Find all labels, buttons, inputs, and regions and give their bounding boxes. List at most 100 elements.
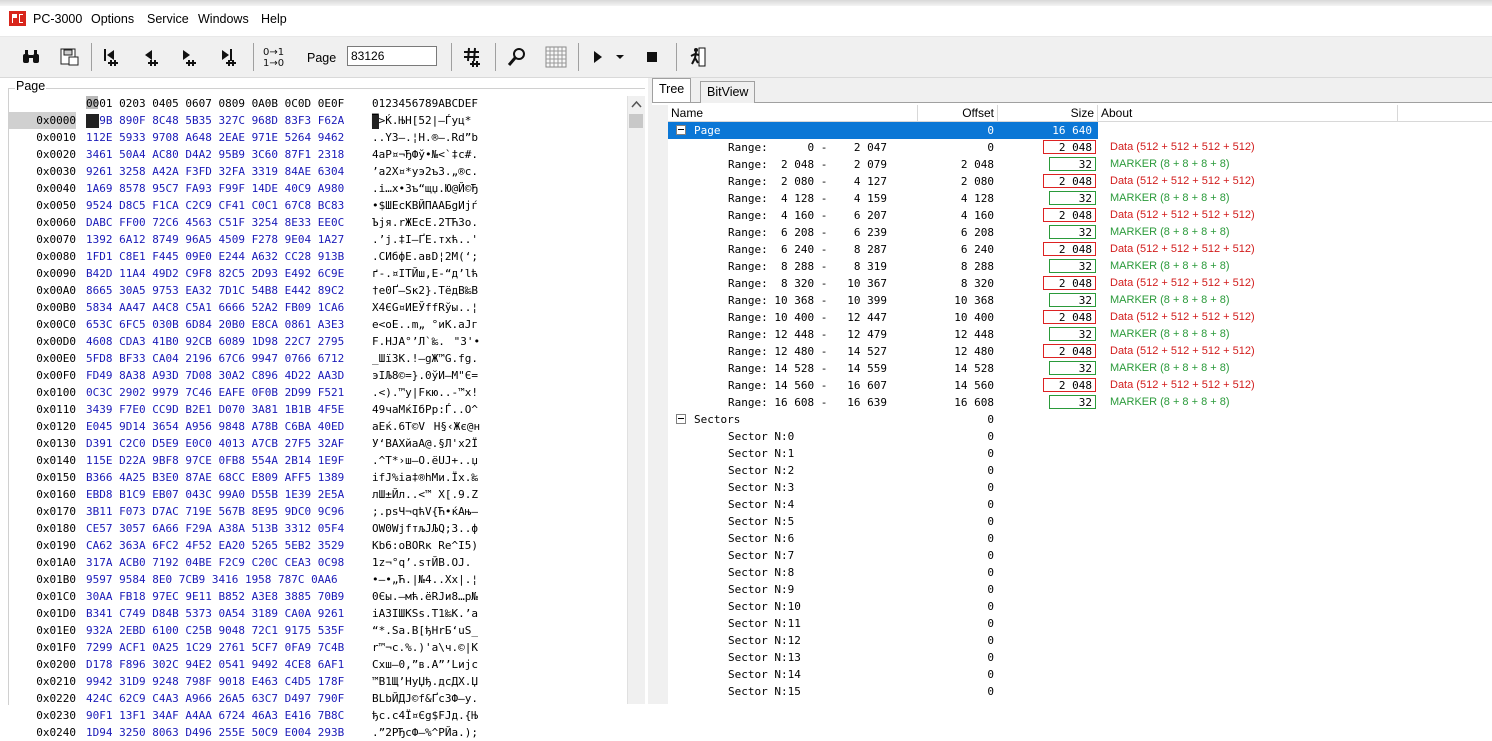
prev-page-icon[interactable]	[137, 43, 165, 71]
hex-row[interactable]: 0x0180 CE57 3057 6A66 F29A A38A 513B 3312…	[8, 520, 628, 537]
tree-row[interactable]: Range: 8 320 - 10 367 8 320 2 048 Data (512…	[652, 275, 1492, 292]
hex-row-bytes[interactable]: 3439 F7E0 CC9D B2E1 D070 3A81 1B1B 4F5E	[86, 401, 344, 418]
tree-row[interactable]: Range: 14 528 - 14 559 14 528 32 MARKER (8 …	[652, 360, 1492, 377]
hex-row-ascii[interactable]: Кb6:oВORк Re^І5)	[372, 537, 478, 554]
hex-row[interactable]: 0x00B0 5834 AA47 A4C8 C5A1 6666 52A2 FB09…	[8, 299, 628, 316]
tree-row[interactable]: Sector N:7 0	[652, 547, 1492, 564]
column-header-about[interactable]: About	[1098, 105, 1398, 121]
tree-row[interactable]: Range: 6 208 - 6 239 6 208 32 MARKER (8 + 8…	[652, 224, 1492, 241]
tree-row[interactable]: Sector N:0 0	[652, 428, 1492, 445]
hex-row[interactable]: 0x0040 1A69 8578 95C7 FA93 F99F 14DE 40C9…	[8, 180, 628, 197]
hex-row[interactable]: 0x0210 9942 31D9 9248 798F 9018 E463 C4D5…	[8, 673, 628, 690]
hash-icon[interactable]	[459, 43, 487, 71]
hex-row[interactable]: 0x01D0 B341 C749 D84B 5373 0A54 3189 CA0A…	[8, 605, 628, 622]
hex-row[interactable]: 0x0120 E045 9D14 3654 A956 9848 A78B C6BA…	[8, 418, 628, 435]
hex-row[interactable]: 0x0220 424C 62C9 C4A3 A966 26A5 63C7 D497…	[8, 690, 628, 707]
hex-row[interactable]: 0x01C0 30AA FB18 97EC 9E11 B852 A3E8 3885…	[8, 588, 628, 605]
hex-row[interactable]: 0x01F0 7299 ACF1 0A25 1C29 2761 5CF7 0FA9…	[8, 639, 628, 656]
hex-row-ascii[interactable]: 4aP¤¬ЂФў•№<`‡с#.	[372, 146, 478, 163]
column-header-size[interactable]: Size	[998, 105, 1098, 121]
hex-row-ascii[interactable]: ’a2X¤*уэ2ъ3.„®c.	[372, 163, 478, 180]
hex-row-bytes[interactable]: 424C 62C9 C4A3 A966 26A5 63C7 D497 790F	[86, 690, 344, 707]
tree-row[interactable]: Range: 4 128 - 4 159 4 128 32 MARKER (8 + 8…	[652, 190, 1492, 207]
hex-row-bytes[interactable]: 90F1 13F1 34AF A4AA 6724 46A3 E416 7B8C	[86, 707, 344, 724]
tree-row[interactable]: Range: 2 048 - 2 079 2 048 32 MARKER (8 + 8…	[652, 156, 1492, 173]
tree-row[interactable]: Sector N:3 0	[652, 479, 1492, 496]
hex-row[interactable]: 0x0020 3461 50A4 AC80 D4A2 95B9 3C60 87F1…	[8, 146, 628, 163]
tree-row[interactable]: Sector N:15 0	[652, 683, 1492, 700]
tree-row[interactable]: Sector N:14 0	[652, 666, 1492, 683]
grid-icon[interactable]	[542, 43, 570, 71]
hex-row[interactable]: 0x0140 115E D22A 9BF8 97CE 0FB8 554A 2B14…	[8, 452, 628, 469]
hex-row-ascii[interactable]: BLbЙДЈ©f&ҐcЗФ—y.	[372, 690, 478, 707]
hex-row-ascii[interactable]: .^Т*›ш—О.ёUJ+..џ	[372, 452, 478, 469]
hex-row-bytes[interactable]: CA62 363A 6FC2 4F52 EA20 5265 5EB2 3529	[86, 537, 344, 554]
hex-row-ascii[interactable]: ОW0WjfтљЈЉQ;3..ф	[372, 520, 478, 537]
hex-row-ascii[interactable]: █>Ќ.ЊН[52|–Ѓуц*	[372, 112, 471, 129]
hex-row[interactable]: 0x0240 1D94 3250 8063 D496 255E 50C9 E004…	[8, 724, 628, 741]
hex-row-ascii[interactable]: ґ-.¤IТЙш‚Е-“д’lћ	[372, 265, 478, 282]
hex-row-bytes[interactable]: 115E D22A 9BF8 97CE 0FB8 554A 2B14 1E9F	[86, 452, 344, 469]
hex-row-bytes[interactable]: 1D94 3250 8063 D496 255E 50C9 E004 293B	[86, 724, 344, 741]
tree-row[interactable]: Sector N:5 0	[652, 513, 1492, 530]
hex-row[interactable]: 0x00D0 4608 CDA3 41B0 92CB 6089 1D98 22C7…	[8, 333, 628, 350]
play-icon[interactable]	[584, 43, 612, 71]
tree-row[interactable]: Sector N:12 0	[652, 632, 1492, 649]
hex-row-bytes[interactable]: 4608 CDA3 41B0 92CB 6089 1D98 22C7 2795	[86, 333, 344, 350]
hex-row-ascii[interactable]: ђс.с4Ї¤Єg$FЈд.{Њ	[372, 707, 478, 724]
hex-row-ascii[interactable]: _Шї3К.!–gЖ™G.fg.	[372, 350, 478, 367]
tree-row[interactable]: Range: 12 480 - 14 527 12 480 2 048 Data (5…	[652, 343, 1492, 360]
hex-row-bytes[interactable]: 112E 5933 9708 A648 2EAE 971E 5264 9462	[86, 129, 344, 146]
tab-bitview[interactable]: BitView	[700, 81, 756, 103]
menu-service[interactable]: Service	[147, 12, 189, 26]
tree-row[interactable]: Range: 12 448 - 12 479 12 448 32 MARKER (8 …	[652, 326, 1492, 343]
tree-row[interactable]: Range: 6 240 - 8 287 6 240 2 048 Data (512 …	[652, 241, 1492, 258]
hex-row-bytes[interactable]: B42D 11A4 49D2 C9F8 82C5 2D93 E492 6C9E	[86, 265, 344, 282]
hex-row[interactable]: 0x0060 DABC FF00 72C6 4563 C51F 3254 8E33…	[8, 214, 628, 231]
hex-row[interactable]: 0x0110 3439 F7E0 CC9D B2E1 D070 3A81 1B1B…	[8, 401, 628, 418]
hex-row-bytes[interactable]: B366 4A25 B3E0 87AE 68CC E809 AFF5 1389	[86, 469, 344, 486]
hex-row-bytes[interactable]: D391 C2C0 D5E9 E0C0 4013 A7CB 27F5 32AF	[86, 435, 344, 452]
hex-row-ascii[interactable]: аEќ.6T©VH§‹Жє@н	[372, 418, 480, 435]
hex-row-bytes[interactable]: 9942 31D9 9248 798F 9018 E463 C4D5 178F	[86, 673, 344, 690]
hex-row-ascii[interactable]: іfJ%іа‡®hМи.Їх.‰	[372, 469, 478, 486]
tree-row[interactable]: Range: 0 - 2 047 0 2 048 Data (512 + 512 + …	[652, 139, 1492, 156]
hex-row-ascii[interactable]: •—•„Ћ.|№4..Xx|.¦	[372, 571, 478, 588]
hex-row[interactable]: 0x0170 3B11 F073 D7AC 719E 567B 8E95 9DC0…	[8, 503, 628, 520]
dropdown-arrow-icon[interactable]	[612, 43, 628, 71]
hex-row-bytes[interactable]: 3461 50A4 AC80 D4A2 95B9 3C60 87F1 2318	[86, 146, 344, 163]
hex-row[interactable]: 0x0030 9261 3258 A42A F3FD 32FA 3319 84AE…	[8, 163, 628, 180]
tree-row[interactable]: Sector N:10 0	[652, 598, 1492, 615]
hex-row-ascii[interactable]: “*.Ѕa.В[ђHrБ‘uS_	[372, 622, 478, 639]
tree-group-row[interactable]: Page 0 16 640	[652, 122, 1492, 139]
hex-row[interactable]: 0x01E0 932A 2EBD 6100 C25B 9048 72C1 9175…	[8, 622, 628, 639]
hex-row-ascii[interactable]: У‘ВАХйаА@.§Л'х2Ї	[372, 435, 478, 452]
hex-row[interactable]: 0x0090 B42D 11A4 49D2 C9F8 82C5 2D93 E492…	[8, 265, 628, 282]
hex-row-ascii[interactable]: Ъјя.rЖEcЕ.2TЋ3о.	[372, 214, 478, 231]
tree-row[interactable]: Range: 14 560 - 16 607 14 560 2 048 Data (5…	[652, 377, 1492, 394]
hex-row-ascii[interactable]: F.НЈA°’Л`‰."З'•	[372, 333, 480, 350]
hex-row[interactable]: 0x00E0 5FD8 BF33 CA04 2196 67C6 9947 0766…	[8, 350, 628, 367]
collapse-icon[interactable]	[676, 414, 686, 424]
hex-row-ascii[interactable]: .i…x•Зъ“щџ.Ю@Й©Ђ	[372, 180, 478, 197]
hex-row-ascii[interactable]: іAЗIШKSs.T1‰К.’a	[372, 605, 478, 622]
hex-row-bytes[interactable]: 3B11 F073 D7AC 719E 567B 8E95 9DC0 9C96	[86, 503, 344, 520]
tree-row[interactable]: Sector N:9 0	[652, 581, 1492, 598]
hex-row[interactable]: 0x0200 D178 F896 302C 94E2 0541 9492 4CE8…	[8, 656, 628, 673]
hex-row-ascii[interactable]: лШ±Йл..<™ Х[.9.Z	[372, 486, 478, 503]
hex-row-ascii[interactable]: 49чаМќІбРp:Ѓ..O^	[372, 401, 478, 418]
tree-row[interactable]: Sector N:13 0	[652, 649, 1492, 666]
hex-row-ascii[interactable]: †e0Ґ—Sк2}.TёдB‰В	[372, 282, 478, 299]
menu-options[interactable]: Options	[91, 12, 134, 26]
hex-row-bytes[interactable]: 0C3C 2902 9979 7C46 EAFE 0F0B 2D99 F521	[86, 384, 344, 401]
hex-row-ascii[interactable]: 1z¬°q’.sтЙВ.ОЈ.	[372, 554, 480, 571]
tree-row[interactable]: Sector N:11 0	[652, 615, 1492, 632]
hex-row[interactable]: 0x0000 E59B 890F 8C48 5B35 327C 968D 83F3…	[8, 112, 628, 129]
hex-row[interactable]: 0x0100 0C3C 2902 9979 7C46 EAFE 0F0B 2D99…	[8, 384, 628, 401]
collapse-icon[interactable]	[676, 125, 686, 135]
hex-row-bytes[interactable]: DABC FF00 72C6 4563 C51F 3254 8E33 EE0C	[86, 214, 344, 231]
hex-row[interactable]: 0x0010 112E 5933 9708 A648 2EAE 971E 5264…	[8, 129, 628, 146]
tree-row[interactable]: Sector N:4 0	[652, 496, 1492, 513]
menu-windows[interactable]: Windows	[198, 12, 249, 26]
hex-row[interactable]: 0x01B0 9597 9584 8E0 7CB9 3416 1958 787C …	[8, 571, 628, 588]
